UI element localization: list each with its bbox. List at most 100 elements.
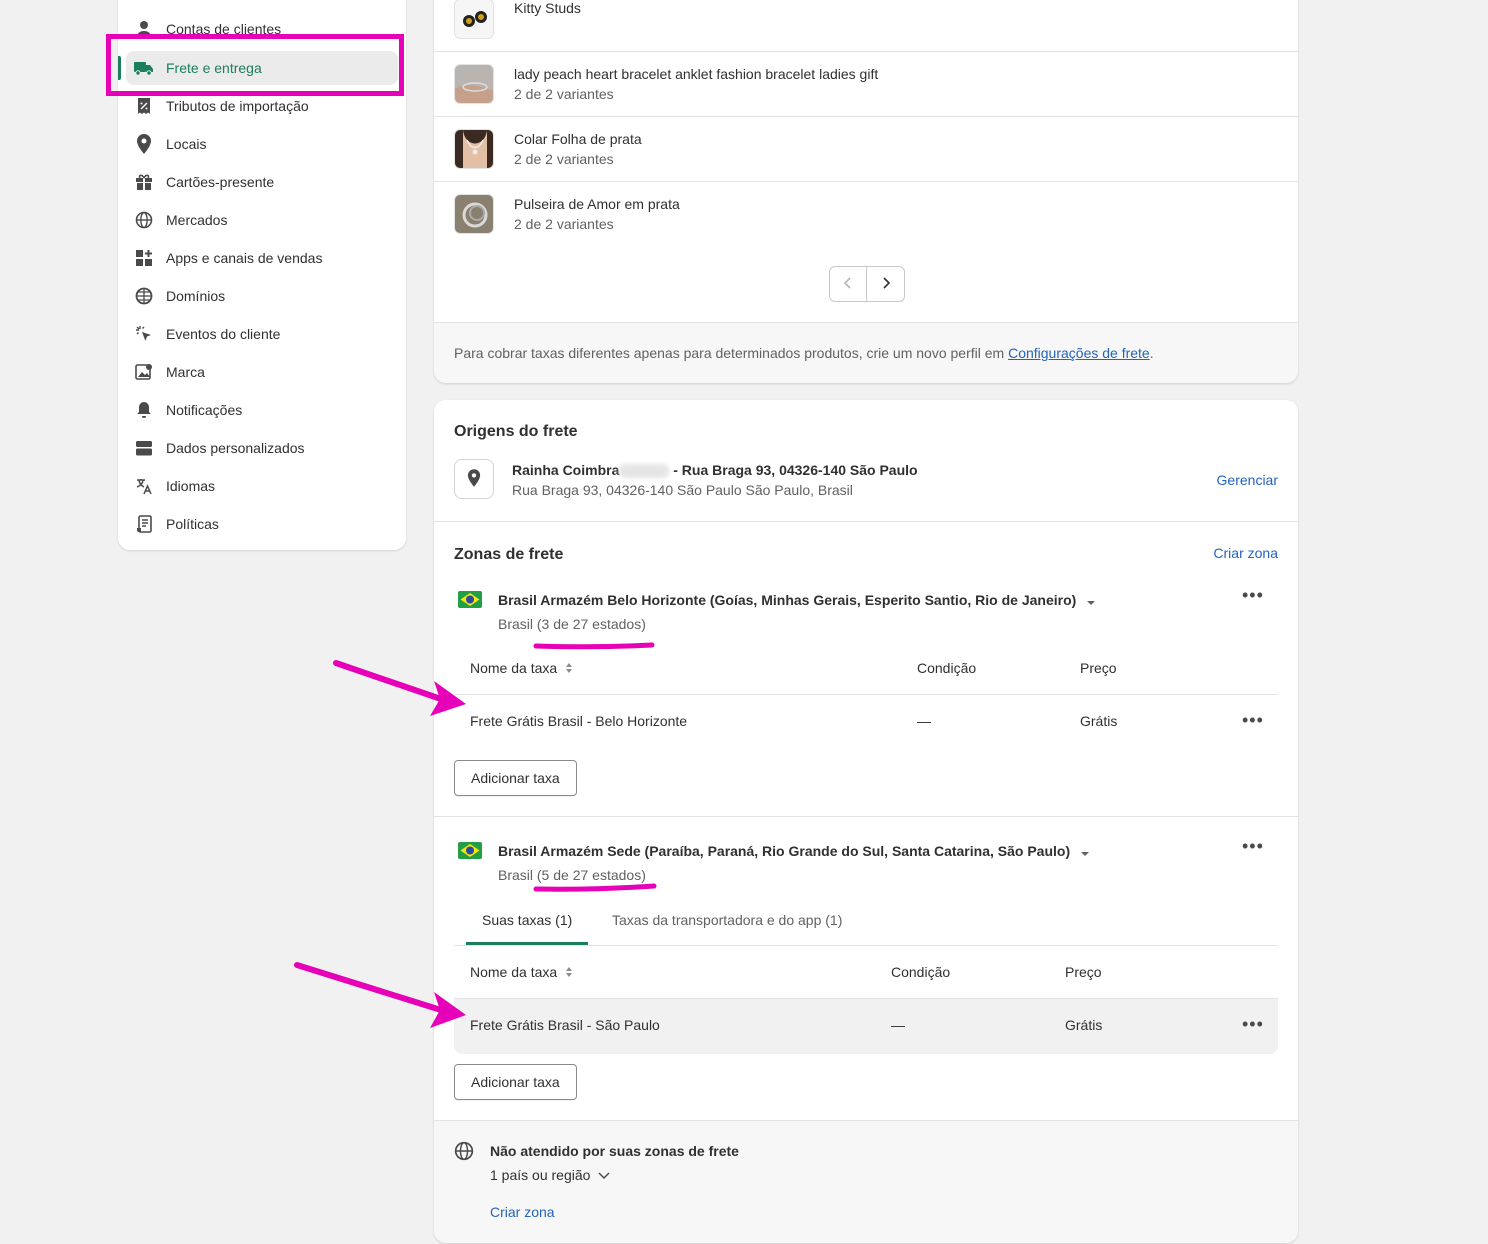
- brand-icon: [134, 362, 154, 382]
- pagination-previous-button[interactable]: [829, 266, 867, 302]
- product-title[interactable]: Colar Folha de prata: [514, 131, 642, 147]
- rate-more-actions-icon[interactable]: •••: [1242, 1015, 1264, 1033]
- brazil-flag-icon: [458, 842, 482, 859]
- add-rate-button[interactable]: Adicionar taxa: [454, 760, 577, 796]
- table-divider: [454, 694, 1278, 695]
- column-header-price: Preço: [1080, 660, 1117, 676]
- brazil-flag-icon: [458, 591, 482, 608]
- footer-text: Para cobrar taxas diferentes apenas para…: [454, 345, 1009, 361]
- not-served-title: Não atendido por suas zonas de frete: [490, 1143, 739, 1159]
- sidebar-item-cartoes-presente[interactable]: Cartões-presente: [126, 165, 398, 199]
- zone-name-text: Brasil Armazém Belo Horizonte (Goías, Mi…: [498, 592, 1077, 608]
- sidebar-item-eventos[interactable]: Eventos do cliente: [126, 317, 398, 351]
- chevron-left-icon: [843, 276, 853, 293]
- sidebar-item-apps[interactable]: Apps e canais de vendas: [126, 241, 398, 275]
- origins-title: Origens do frete: [454, 423, 578, 440]
- tab-taxas-transportadora[interactable]: Taxas da transportadora e do app (1): [612, 912, 842, 928]
- products-card: Kitty Studs lady peach heart bracelet an…: [434, 0, 1298, 383]
- rate-more-actions-icon[interactable]: •••: [1242, 711, 1264, 729]
- globe-icon: [454, 1141, 474, 1164]
- product-thumbnail: [454, 194, 494, 234]
- globe-icon: [134, 210, 154, 230]
- products-footer-note: Para cobrar taxas diferentes apenas para…: [434, 322, 1298, 383]
- sort-icon: [565, 964, 573, 980]
- zone-name[interactable]: Brasil Armazém Sede (Paraíba, Paraná, Ri…: [498, 843, 1090, 860]
- product-thumbnail: [454, 0, 494, 39]
- column-header-rate-name[interactable]: Nome da taxa: [470, 660, 573, 676]
- shipping-settings-link[interactable]: Configurações de frete: [1008, 345, 1150, 361]
- product-row[interactable]: Kitty Studs: [434, 0, 1298, 44]
- column-header-condition: Condição: [891, 964, 951, 980]
- rate-price: Grátis: [1080, 713, 1118, 729]
- sidebar-item-politicas[interactable]: Políticas: [126, 507, 398, 541]
- product-row[interactable]: lady peach heart bracelet anklet fashion…: [434, 51, 1298, 116]
- sidebar-item-label: Domínios: [166, 288, 226, 304]
- location-pin-icon: [467, 468, 481, 490]
- sidebar-item-label: Idiomas: [166, 478, 216, 494]
- location-pin-icon: [134, 134, 154, 154]
- footer-suffix: .: [1149, 345, 1154, 361]
- bell-icon: [134, 400, 154, 420]
- sidebar-item-dados-personalizados[interactable]: Dados personalizados: [126, 431, 398, 465]
- cursor-click-icon: [134, 324, 154, 344]
- product-row[interactable]: Colar Folha de prata 2 de 2 variantes: [434, 116, 1298, 181]
- not-served-count-toggle[interactable]: 1 país ou região: [490, 1167, 610, 1183]
- rate-name: Frete Grátis Brasil - São Paulo: [470, 1017, 660, 1033]
- translate-icon: [134, 476, 154, 496]
- zone-region: Brasil (5 de 27 estados): [498, 867, 646, 883]
- sort-icon: [565, 660, 573, 676]
- receipt-icon: [134, 96, 154, 116]
- column-label: Nome da taxa: [470, 964, 558, 980]
- zone-more-actions-icon[interactable]: •••: [1242, 837, 1264, 855]
- sidebar-item-mercados[interactable]: Mercados: [126, 203, 398, 237]
- manage-origin-link[interactable]: Gerenciar: [1217, 472, 1278, 488]
- product-title[interactable]: lady peach heart bracelet anklet fashion…: [514, 66, 878, 82]
- annotation-highlight-box: [106, 34, 404, 96]
- tabs-divider: [454, 945, 1278, 946]
- origin-address: Rua Braga 93, 04326-140 São Paulo São Pa…: [512, 482, 853, 498]
- zone-more-actions-icon[interactable]: •••: [1242, 586, 1264, 604]
- sidebar-item-label: Políticas: [166, 516, 219, 532]
- product-title[interactable]: Pulseira de Amor em prata: [514, 196, 680, 212]
- sidebar-item-marca[interactable]: Marca: [126, 355, 398, 389]
- sidebar-item-label: Cartões-presente: [166, 174, 275, 190]
- product-variants: 2 de 2 variantes: [514, 86, 614, 102]
- sidebar-item-dominios[interactable]: Domínios: [126, 279, 398, 313]
- pagination-next-button[interactable]: [867, 266, 905, 302]
- column-header-rate-name[interactable]: Nome da taxa: [470, 964, 573, 980]
- product-row[interactable]: Pulseira de Amor em prata 2 de 2 variant…: [434, 181, 1298, 246]
- product-thumbnail: [454, 129, 494, 169]
- rate-condition: —: [891, 1017, 905, 1033]
- divider: [434, 816, 1298, 817]
- tab-suas-taxas[interactable]: Suas taxas (1): [482, 912, 572, 928]
- not-served-count: 1 país ou região: [490, 1167, 591, 1183]
- sidebar-item-label: Dados personalizados: [166, 440, 305, 456]
- zones-title: Zonas de frete: [454, 546, 564, 563]
- sidebar-item-idiomas[interactable]: Idiomas: [126, 469, 398, 503]
- add-rate-button[interactable]: Adicionar taxa: [454, 1064, 577, 1100]
- not-served-create-zone-link[interactable]: Criar zona: [490, 1204, 555, 1220]
- rate-price: Grátis: [1065, 1017, 1103, 1033]
- gift-icon: [134, 172, 154, 192]
- rate-condition: —: [917, 713, 931, 729]
- origin-location-icon-box: [454, 459, 494, 499]
- zone-region: Brasil (3 de 27 estados): [498, 616, 646, 632]
- sidebar-item-label: Locais: [166, 136, 207, 152]
- sidebar-item-label: Notificações: [166, 402, 243, 418]
- product-title[interactable]: Kitty Studs: [514, 0, 581, 16]
- zone-name-text: Brasil Armazém Sede (Paraíba, Paraná, Ri…: [498, 843, 1071, 859]
- zone-name[interactable]: Brasil Armazém Belo Horizonte (Goías, Mi…: [498, 592, 1096, 609]
- redacted-blur: [619, 464, 670, 479]
- column-header-price: Preço: [1065, 964, 1102, 980]
- rate-name: Frete Grátis Brasil - Belo Horizonte: [470, 713, 688, 729]
- chevron-down-icon: [598, 1167, 610, 1183]
- shipping-zones-card: Origens do frete Rainha Coimbra - Rua Br…: [434, 400, 1298, 1243]
- sidebar-item-label: Marca: [166, 364, 205, 380]
- divider: [434, 521, 1298, 522]
- create-zone-link[interactable]: Criar zona: [1213, 545, 1278, 561]
- product-thumbnail: [454, 64, 494, 104]
- sidebar-item-notificacoes[interactable]: Notificações: [126, 393, 398, 427]
- origin-name-prefix: Rainha Coimbra: [512, 462, 620, 478]
- apps-icon: [134, 248, 154, 268]
- sidebar-item-locais[interactable]: Locais: [126, 127, 398, 161]
